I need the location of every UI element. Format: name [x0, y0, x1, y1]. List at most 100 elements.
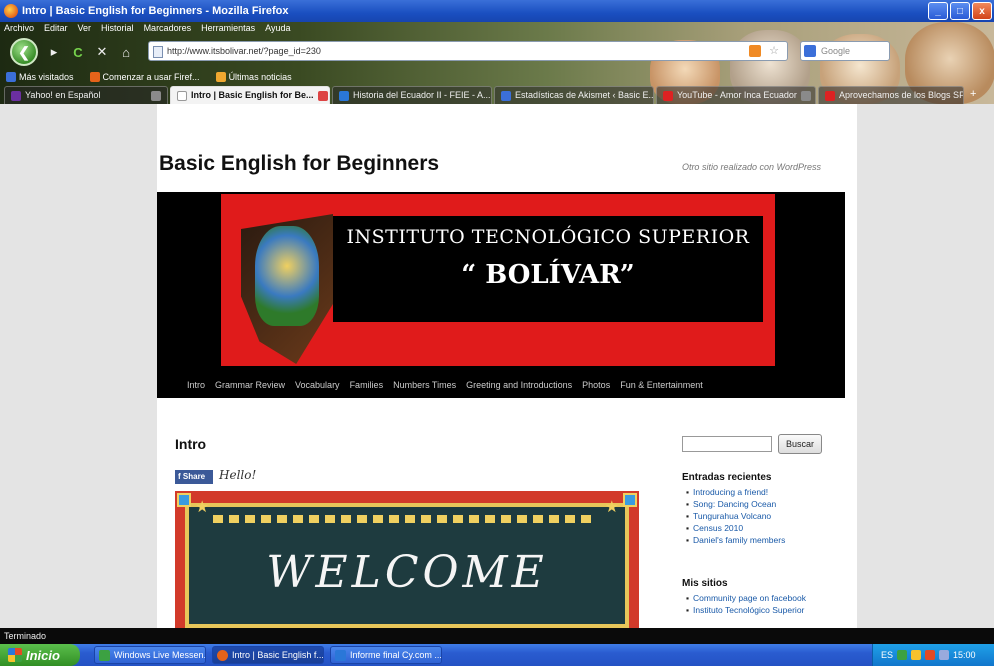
url-text: http://www.itsbolivar.net/?page_id=230	[167, 46, 321, 56]
banner-red-panel: INSTITUTO TECNOLÓGICO SUPERIOR “ BOLÍVAR…	[221, 194, 775, 366]
task-label: Informe final Cy.com ...	[350, 650, 442, 660]
taskbar-word[interactable]: Informe final Cy.com ...	[330, 646, 442, 664]
language-indicator[interactable]: ES	[881, 650, 893, 660]
minimize-button[interactable]: _	[928, 2, 948, 20]
post-greeting: Hello!	[219, 468, 257, 482]
menu-historial[interactable]: Historial	[101, 23, 134, 33]
close-tab-icon[interactable]	[151, 91, 161, 101]
share-label: Share	[182, 472, 206, 481]
recent-post-link[interactable]: Census 2010	[686, 522, 785, 534]
start-label: Inicio	[26, 647, 60, 663]
reload-button[interactable]: C	[70, 45, 86, 60]
nav-grammar-review[interactable]: Grammar Review	[215, 380, 285, 390]
header-banner: INSTITUTO TECNOLÓGICO SUPERIOR “ BOLÍVAR…	[157, 192, 845, 372]
site-navigation: Intro Grammar Review Vocabulary Families…	[157, 372, 845, 398]
facebook-share-button[interactable]: f Share	[175, 470, 213, 484]
star-icon: ★	[195, 499, 210, 516]
tab-blogs[interactable]: Aprovechamos de los Blogs SP4...	[818, 86, 964, 104]
system-tray: ES 15:00	[872, 644, 994, 666]
google-icon[interactable]	[804, 45, 816, 57]
search-placeholder: Google	[821, 46, 851, 56]
bookmark-getting-started[interactable]: Comenzar a usar Firef...	[89, 72, 200, 82]
tab-historia[interactable]: Historia del Ecuador II - FEIE - A...	[332, 86, 492, 104]
recent-posts-heading: Entradas recientes	[682, 472, 772, 483]
menu-ayuda[interactable]: Ayuda	[265, 23, 290, 33]
recent-post-link[interactable]: Tungurahua Volcano	[686, 510, 785, 522]
bookmark-label: Más visitados	[19, 72, 74, 82]
rss-icon[interactable]	[749, 45, 761, 57]
taskbar-firefox[interactable]: Intro | Basic English f...	[212, 646, 324, 664]
new-tab-button[interactable]: +	[966, 86, 980, 104]
nav-greeting-introductions[interactable]: Greeting and Introductions	[466, 380, 572, 390]
stop-button[interactable]: ✕	[94, 44, 110, 60]
status-text: Terminado	[4, 631, 47, 641]
nav-vocabulary[interactable]: Vocabulary	[295, 380, 340, 390]
menu-editar[interactable]: Editar	[44, 23, 68, 33]
close-tab-icon[interactable]	[317, 91, 328, 101]
tab-label: Historia del Ecuador II - FEIE - A...	[353, 90, 491, 100]
start-button[interactable]: Inicio	[0, 644, 80, 666]
recent-posts-list: Introducing a friend! Song: Dancing Ocea…	[686, 486, 785, 546]
institute-name-box: INSTITUTO TECNOLÓGICO SUPERIOR “ BOLÍVAR…	[333, 216, 763, 322]
volume-icon[interactable]	[939, 650, 950, 660]
tab-label: Intro | Basic English for Be...	[191, 90, 314, 100]
menu-herramientas[interactable]: Herramientas	[201, 23, 255, 33]
close-tab-icon[interactable]	[800, 91, 811, 101]
taskbar-messenger[interactable]: Windows Live Messen...	[94, 646, 206, 664]
network-icon[interactable]	[897, 650, 908, 660]
page-icon	[177, 91, 187, 101]
close-button[interactable]: x	[972, 2, 992, 20]
shield-emblem	[255, 226, 319, 326]
bookmark-icon	[6, 72, 16, 82]
forward-button[interactable]: ▸	[46, 44, 62, 60]
menu-marcadores[interactable]: Marcadores	[144, 23, 192, 33]
maximize-button[interactable]: □	[950, 2, 970, 20]
youtube-icon	[663, 91, 673, 101]
nav-numbers-times[interactable]: Numbers Times	[393, 380, 456, 390]
nav-fun-entertainment[interactable]: Fun & Entertainment	[620, 380, 703, 390]
site-link[interactable]: Community page on facebook	[686, 592, 806, 604]
recent-post-link[interactable]: Song: Dancing Ocean	[686, 498, 785, 510]
antivirus-icon[interactable]	[925, 650, 936, 660]
firefox-icon	[217, 649, 228, 661]
url-bar[interactable]: http://www.itsbolivar.net/?page_id=230 ☆	[148, 41, 788, 61]
page-icon	[825, 91, 835, 101]
tab-yahoo[interactable]: Yahoo! en Español	[4, 86, 168, 104]
firefox-icon	[89, 72, 100, 82]
site-title[interactable]: Basic English for Beginners	[159, 152, 439, 176]
menu-ver[interactable]: Ver	[78, 23, 92, 33]
bookmark-label: Últimas noticias	[228, 72, 292, 82]
recent-post-link[interactable]: Introducing a friend!	[686, 486, 785, 498]
search-input[interactable]: Google	[800, 41, 890, 61]
tab-akismet[interactable]: Estadísticas de Akismet ‹ Basic E...	[494, 86, 654, 104]
back-button[interactable]: ❮	[10, 38, 38, 66]
page-icon	[339, 91, 349, 101]
page-container: Basic English for Beginners Otro sitio r…	[157, 104, 857, 628]
recent-post-link[interactable]: Daniel's family members	[686, 534, 785, 546]
search-button[interactable]: Buscar	[778, 434, 822, 454]
site-link[interactable]: Instituto Tecnológico Superior	[686, 604, 806, 616]
tab-intro[interactable]: Intro | Basic English for Be...	[170, 86, 330, 104]
bookmark-most-visited[interactable]: Más visitados	[6, 72, 74, 82]
status-bar: Terminado	[0, 628, 994, 644]
messenger-tray-icon[interactable]	[911, 650, 922, 660]
tab-label: Estadísticas de Akismet ‹ Basic E...	[515, 90, 654, 100]
institute-name-line2: “ BOLÍVAR”	[461, 260, 635, 290]
task-label: Intro | Basic English f...	[232, 650, 324, 660]
bookmark-star-icon[interactable]: ☆	[769, 44, 779, 57]
menu-archivo[interactable]: Archivo	[4, 23, 34, 33]
clock[interactable]: 15:00	[953, 650, 976, 660]
home-button[interactable]: ⌂	[118, 45, 134, 60]
navigation-toolbar: ❮ ▸ C ✕ ⌂ http://www.itsbolivar.net/?pag…	[0, 37, 994, 67]
tab-label: Aprovechamos de los Blogs SP4...	[839, 90, 964, 100]
browser-chrome: Archivo Editar Ver Historial Marcadores …	[0, 22, 994, 104]
page-viewport[interactable]: Basic English for Beginners Otro sitio r…	[0, 104, 994, 628]
window-controls: _ □ x	[928, 2, 992, 20]
bookmark-latest-news[interactable]: Últimas noticias	[215, 72, 292, 82]
tab-youtube[interactable]: YouTube - Amor Inca Ecuador	[656, 86, 816, 104]
nav-families[interactable]: Families	[350, 380, 384, 390]
screen: Intro | Basic English for Beginners - Mo…	[0, 0, 994, 666]
sidebar-search-input[interactable]	[682, 436, 772, 452]
nav-intro[interactable]: Intro	[187, 380, 205, 390]
nav-photos[interactable]: Photos	[582, 380, 610, 390]
